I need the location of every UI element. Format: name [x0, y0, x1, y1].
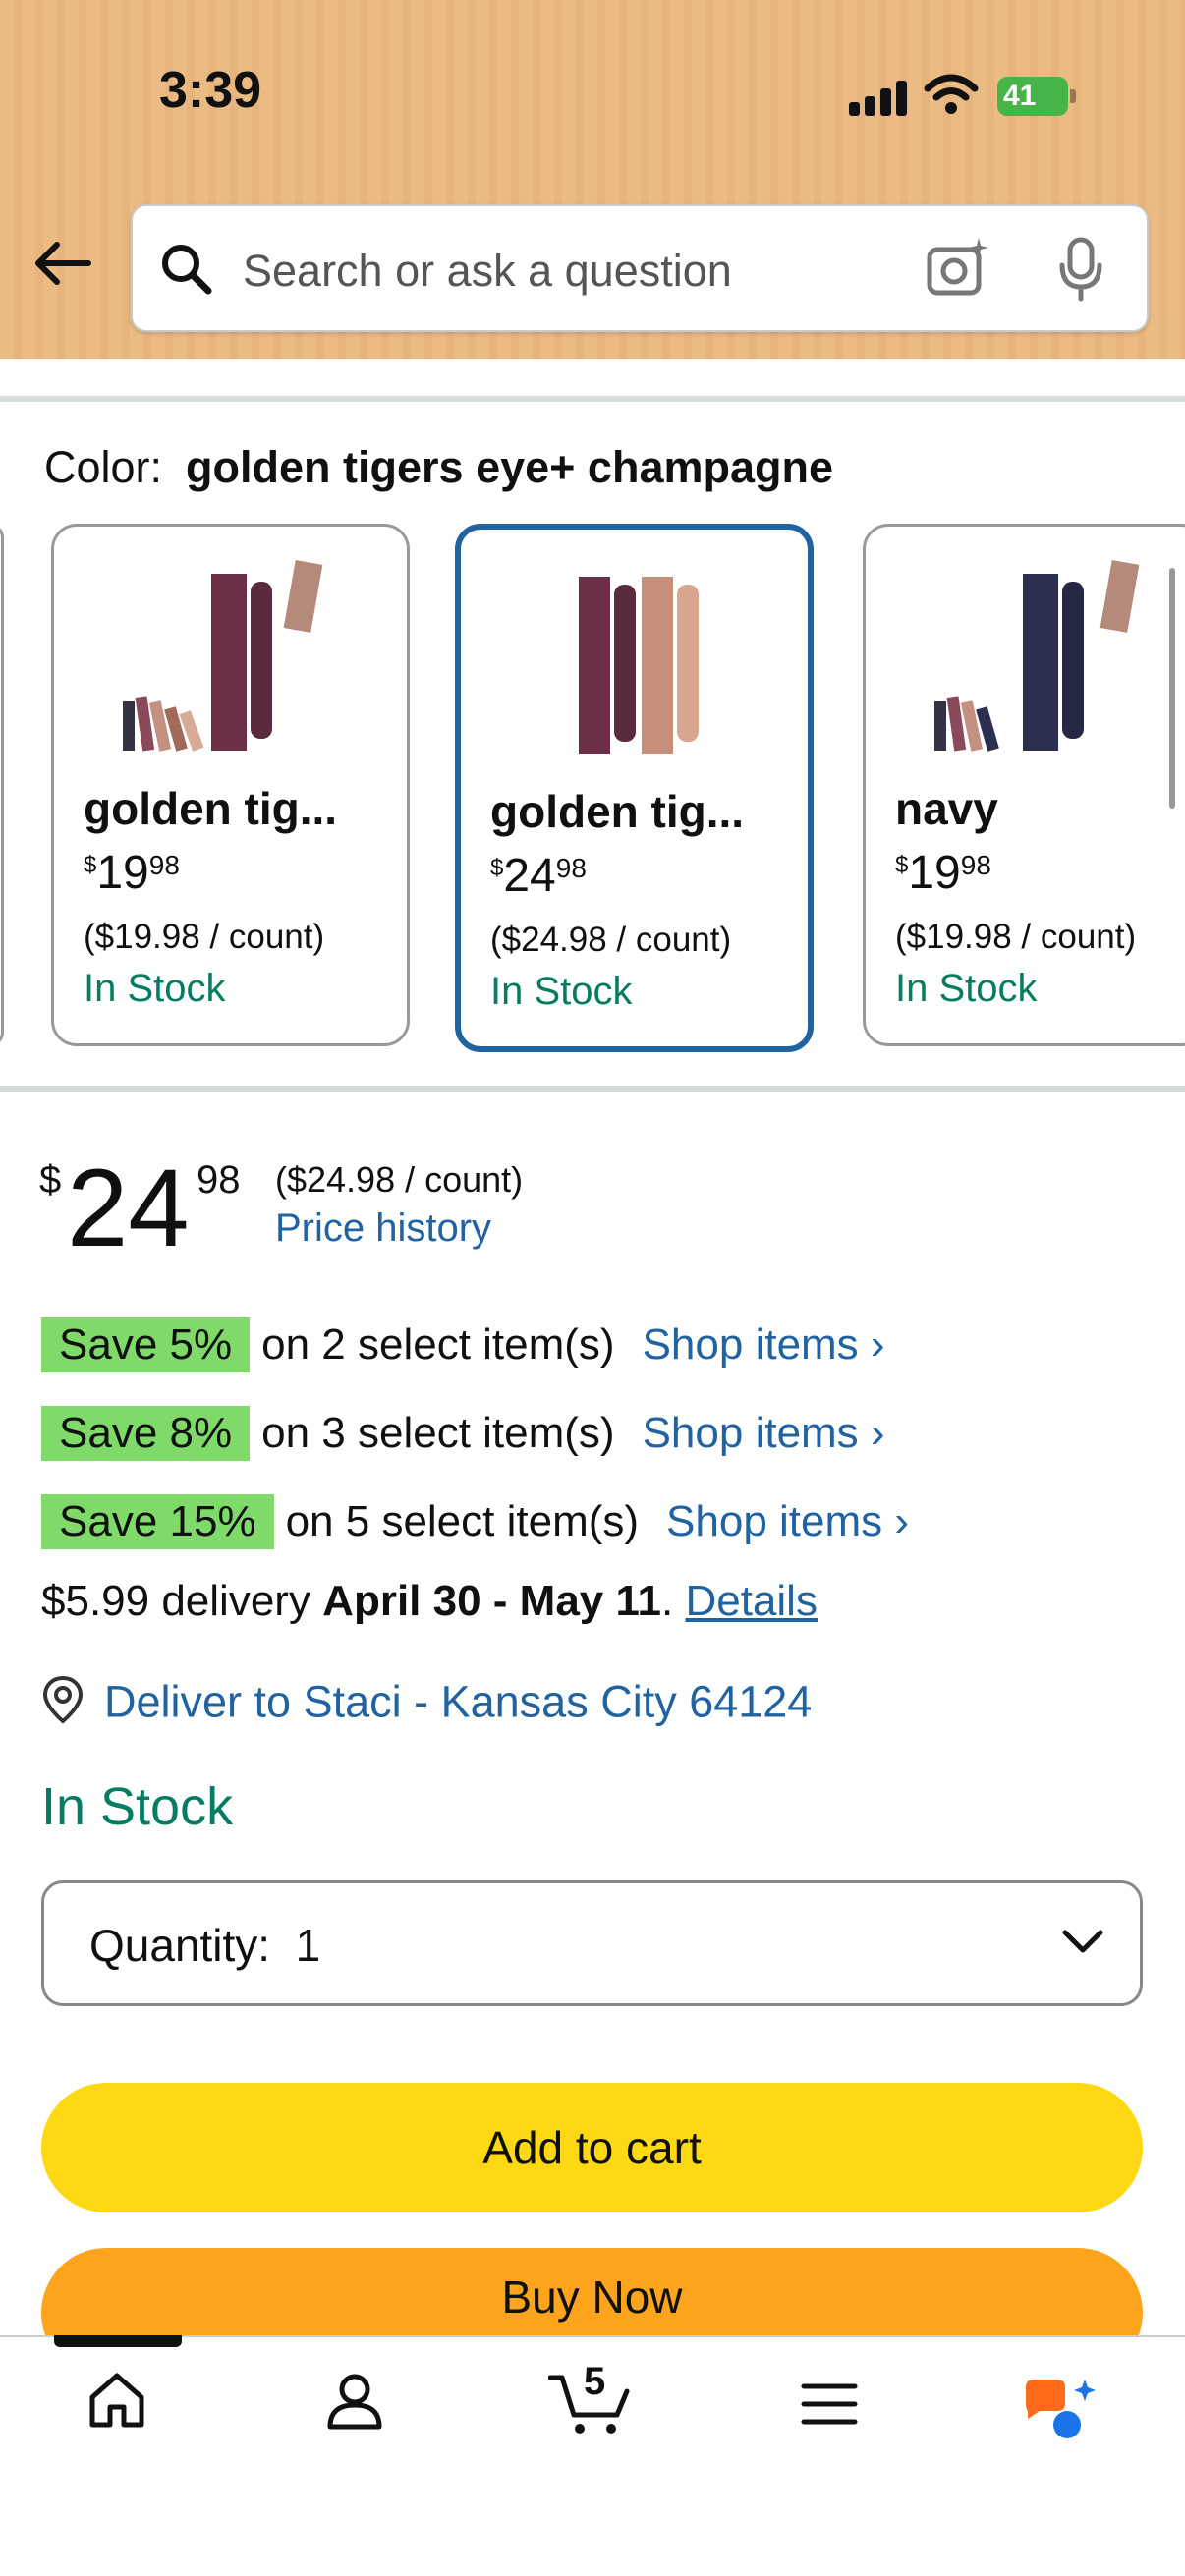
save-badge: Save 8% — [41, 1406, 251, 1461]
promo-row: Save 15% on 5 select item(s) Shop items › — [41, 1494, 909, 1549]
location-pin-icon — [41, 1675, 85, 1735]
price-per-count: ($24.98 / count) — [275, 1159, 524, 1200]
promo-row: Save 8% on 3 select item(s) Shop items › — [41, 1406, 885, 1461]
divider — [0, 1086, 1185, 1092]
color-option-partial[interactable] — [0, 524, 4, 1046]
promo-description: on 5 select item(s) — [285, 1497, 640, 1545]
color-option-stock: In Stock — [84, 967, 226, 1010]
search-icon — [159, 242, 214, 302]
quantity-label: Quantity: 1 — [89, 1920, 321, 1971]
home-icon[interactable] — [86, 2370, 147, 2436]
color-option-stock: In Stock — [490, 970, 633, 1013]
save-badge: Save 5% — [41, 1317, 251, 1372]
cart-count-badge: 5 — [584, 2360, 606, 2403]
battery-icon: 41 — [997, 77, 1076, 116]
promo-row: Save 5% on 2 select item(s) Shop items › — [41, 1317, 885, 1372]
price-history-link[interactable]: Price history — [275, 1206, 491, 1251]
product-thumbnail — [925, 554, 1180, 760]
color-option-3[interactable]: navy $1998 ($19.98 / count) In Stock — [863, 524, 1185, 1046]
color-option-price: $1998 — [895, 847, 991, 899]
back-arrow-icon[interactable] — [31, 239, 92, 293]
color-option-unit-price: ($19.98 / count) — [84, 918, 325, 956]
color-option-unit-price: ($24.98 / count) — [490, 921, 732, 959]
search-bar[interactable]: Search or ask a question — [131, 204, 1149, 332]
color-option-name: golden tig... — [84, 783, 338, 834]
rufus-assistant-icon[interactable] — [1022, 2376, 1100, 2449]
color-option-stock: In Stock — [895, 967, 1038, 1010]
shop-items-link[interactable]: Shop items › — [643, 1320, 885, 1369]
nav-active-indicator — [54, 2335, 182, 2347]
menu-icon[interactable] — [800, 2381, 859, 2432]
color-option-1[interactable]: golden tig... $1998 ($19.98 / count) In … — [51, 524, 410, 1046]
availability-status: In Stock — [41, 1777, 234, 1836]
color-option-price: $2498 — [490, 850, 587, 902]
deliver-to-link[interactable]: Deliver to Staci - Kansas City 64124 — [41, 1675, 812, 1735]
camera-search-icon[interactable] — [924, 234, 992, 308]
battery-level: 41 — [1003, 80, 1037, 112]
color-option-price: $1998 — [84, 847, 180, 899]
add-to-cart-button[interactable]: Add to cart — [41, 2083, 1143, 2212]
color-option-name: navy — [895, 783, 998, 834]
shop-items-link[interactable]: Shop items › — [666, 1497, 909, 1545]
color-label: Color: golden tigers eye+ champagne — [44, 442, 833, 493]
quantity-dropdown[interactable]: Quantity: 1 — [41, 1880, 1143, 2006]
status-time: 3:39 — [159, 62, 262, 119]
delivery-details-link[interactable]: Details — [685, 1577, 818, 1625]
shop-items-link[interactable]: Shop items › — [643, 1409, 885, 1457]
color-selected-value: golden tigers eye+ champagne — [186, 442, 834, 492]
color-option-name: golden tig... — [490, 786, 745, 837]
divider — [0, 396, 1185, 402]
delivery-dates: April 30 - May 11 — [322, 1577, 661, 1625]
wifi-icon — [924, 73, 979, 121]
search-input[interactable]: Search or ask a question — [243, 246, 732, 297]
color-label-text: Color: — [44, 442, 163, 492]
save-badge: Save 15% — [41, 1494, 274, 1549]
color-option-2-selected[interactable]: golden tig... $2498 ($24.98 / count) In … — [455, 524, 814, 1052]
account-icon[interactable] — [324, 2370, 385, 2436]
scrollbar[interactable] — [1169, 568, 1175, 809]
cellular-signal-icon — [849, 79, 908, 116]
delivery-info: $5.99 delivery April 30 - May 11. Detail… — [41, 1577, 818, 1625]
header: 3:39 41 Search or ask a question — [0, 0, 1185, 359]
microphone-icon[interactable] — [1056, 236, 1105, 308]
promo-description: on 3 select item(s) — [261, 1409, 615, 1457]
product-thumbnail — [559, 557, 808, 763]
product-page: 3:39 41 Search or ask a question Color: … — [0, 0, 1185, 2576]
promo-description: on 2 select item(s) — [261, 1320, 615, 1369]
color-option-unit-price: ($19.98 / count) — [895, 918, 1137, 956]
chevron-down-icon — [1061, 1927, 1104, 1961]
product-thumbnail — [113, 554, 368, 760]
